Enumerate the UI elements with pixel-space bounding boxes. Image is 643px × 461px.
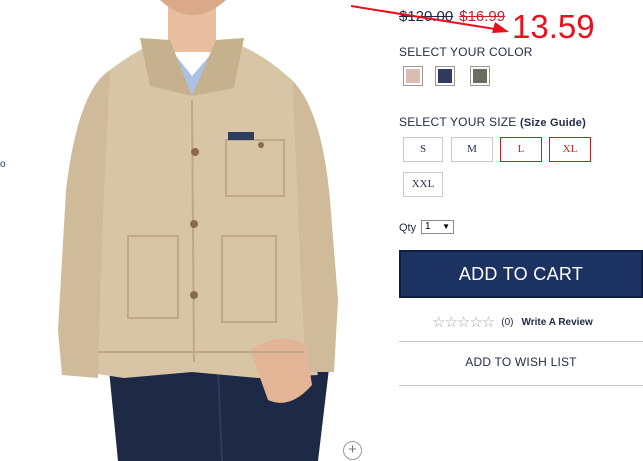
edge-fragment: o <box>0 159 6 170</box>
sale-price: $16.99 <box>459 8 506 25</box>
qty-value: 1 <box>425 221 431 232</box>
size-label-row: SELECT YOUR SIZE (Size Guide) <box>399 115 586 129</box>
size-option-xxl[interactable]: XXL <box>403 172 443 197</box>
divider <box>399 341 643 342</box>
annotated-price: 13.59 <box>512 8 595 45</box>
price-row: $120.00 $16.99 <box>399 8 505 25</box>
review-count: (0) <box>501 316 514 328</box>
add-to-cart-button[interactable]: ADD TO CART <box>399 250 643 298</box>
swatch-fill <box>438 69 452 83</box>
star-rating-icon: ☆☆☆☆☆ <box>432 314 495 331</box>
size-option-s[interactable]: S <box>403 137 443 162</box>
product-image[interactable]: o + <box>0 0 385 461</box>
write-review-link[interactable]: Write A Review <box>521 317 592 328</box>
jacket-illustration <box>58 0 338 461</box>
rating-row: ☆☆☆☆☆ (0) Write A Review <box>432 313 593 331</box>
add-to-wishlist-link[interactable]: ADD TO WISH LIST <box>399 355 643 369</box>
color-swatch-olive[interactable] <box>470 66 490 86</box>
size-label: SELECT YOUR SIZE <box>399 115 517 129</box>
swatch-fill <box>406 69 420 83</box>
size-option-l[interactable]: L <box>500 137 542 162</box>
swatch-fill <box>473 69 487 83</box>
qty-label: Qty <box>399 222 417 234</box>
size-option-m[interactable]: M <box>451 137 493 162</box>
purchase-panel: $120.00 $16.99 13.59 SELECT YOUR COLOR SE… <box>351 0 643 461</box>
zoom-button[interactable]: + <box>343 441 362 460</box>
color-label: SELECT YOUR COLOR <box>399 45 533 59</box>
size-guide-link[interactable]: (Size Guide) <box>520 117 586 129</box>
size-option-xl[interactable]: XL <box>549 137 591 162</box>
color-swatch-khaki[interactable] <box>403 66 423 86</box>
original-price: $120.00 <box>399 8 454 25</box>
color-swatch-navy[interactable] <box>435 66 455 86</box>
chevron-down-icon: ▼ <box>442 222 450 231</box>
qty-select[interactable]: 1 ▼ <box>421 220 454 234</box>
divider <box>399 385 643 386</box>
